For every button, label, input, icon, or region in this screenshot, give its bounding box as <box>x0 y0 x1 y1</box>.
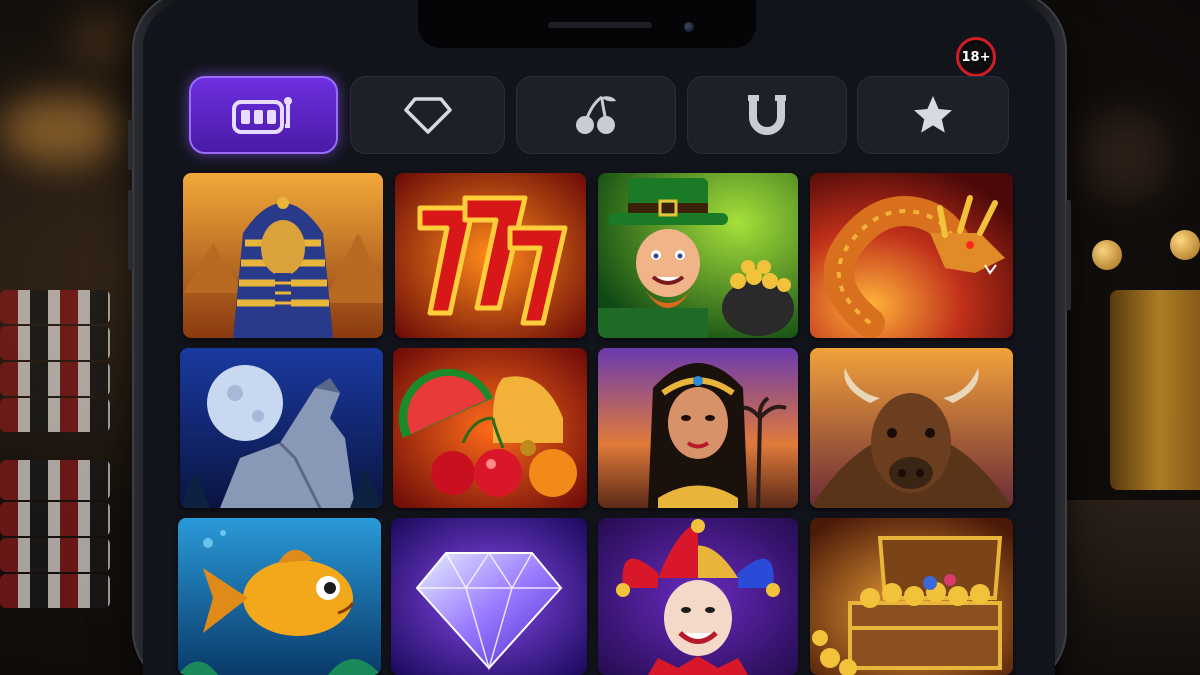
leprechaun-icon <box>598 173 798 338</box>
tab-jewels[interactable] <box>350 76 505 154</box>
game-tile-jester[interactable] <box>598 518 798 675</box>
game-tile-lucky-777[interactable] <box>395 173 586 338</box>
tab-lucky[interactable] <box>687 76 847 154</box>
game-tile-buffalo[interactable] <box>810 348 1013 508</box>
treasure-icon <box>810 518 1013 675</box>
game-tile-pharaoh[interactable] <box>183 173 383 338</box>
wolf-icon <box>180 348 383 508</box>
phone-speaker <box>548 22 652 28</box>
star-icon <box>914 96 952 133</box>
phone-camera <box>684 22 694 32</box>
background-casino-chips <box>0 290 120 620</box>
phone-side-button <box>128 120 133 170</box>
background-crown <box>1090 230 1200 490</box>
jester-icon <box>598 518 798 675</box>
background-light <box>0 95 120 165</box>
background-light <box>70 10 130 70</box>
game-tile-golden-fish[interactable] <box>178 518 381 675</box>
gem-icon <box>391 518 587 675</box>
sevens-icon <box>395 173 586 338</box>
fish-icon <box>178 518 381 675</box>
horseshoe-icon <box>748 95 786 135</box>
slot-machine-icon <box>231 97 292 134</box>
age-restriction-badge: 18+ <box>956 37 996 77</box>
diamond-icon <box>403 97 452 134</box>
game-tile-treasure-chest[interactable] <box>810 518 1013 675</box>
tab-slots[interactable] <box>189 76 338 154</box>
pharaoh-icon <box>183 173 383 338</box>
game-tile-leprechaun[interactable] <box>598 173 798 338</box>
queen-icon <box>598 348 798 508</box>
dragon-icon <box>810 173 1013 338</box>
fruit-icon <box>393 348 587 508</box>
background-table <box>1060 500 1200 675</box>
game-tile-fruits-and-bell[interactable] <box>393 348 587 508</box>
tab-fruits[interactable] <box>516 76 676 154</box>
tab-favorites[interactable] <box>857 76 1009 154</box>
game-tile-cleopatra[interactable] <box>598 348 798 508</box>
background-light <box>1080 110 1170 200</box>
phone-side-button <box>128 190 133 270</box>
phone-side-button <box>1066 200 1071 310</box>
game-tile-howling-wolf[interactable] <box>180 348 383 508</box>
buffalo-icon <box>810 348 1013 508</box>
cherries-icon <box>576 95 616 134</box>
game-tile-dragon[interactable] <box>810 173 1013 338</box>
game-tile-diamond[interactable] <box>391 518 587 675</box>
